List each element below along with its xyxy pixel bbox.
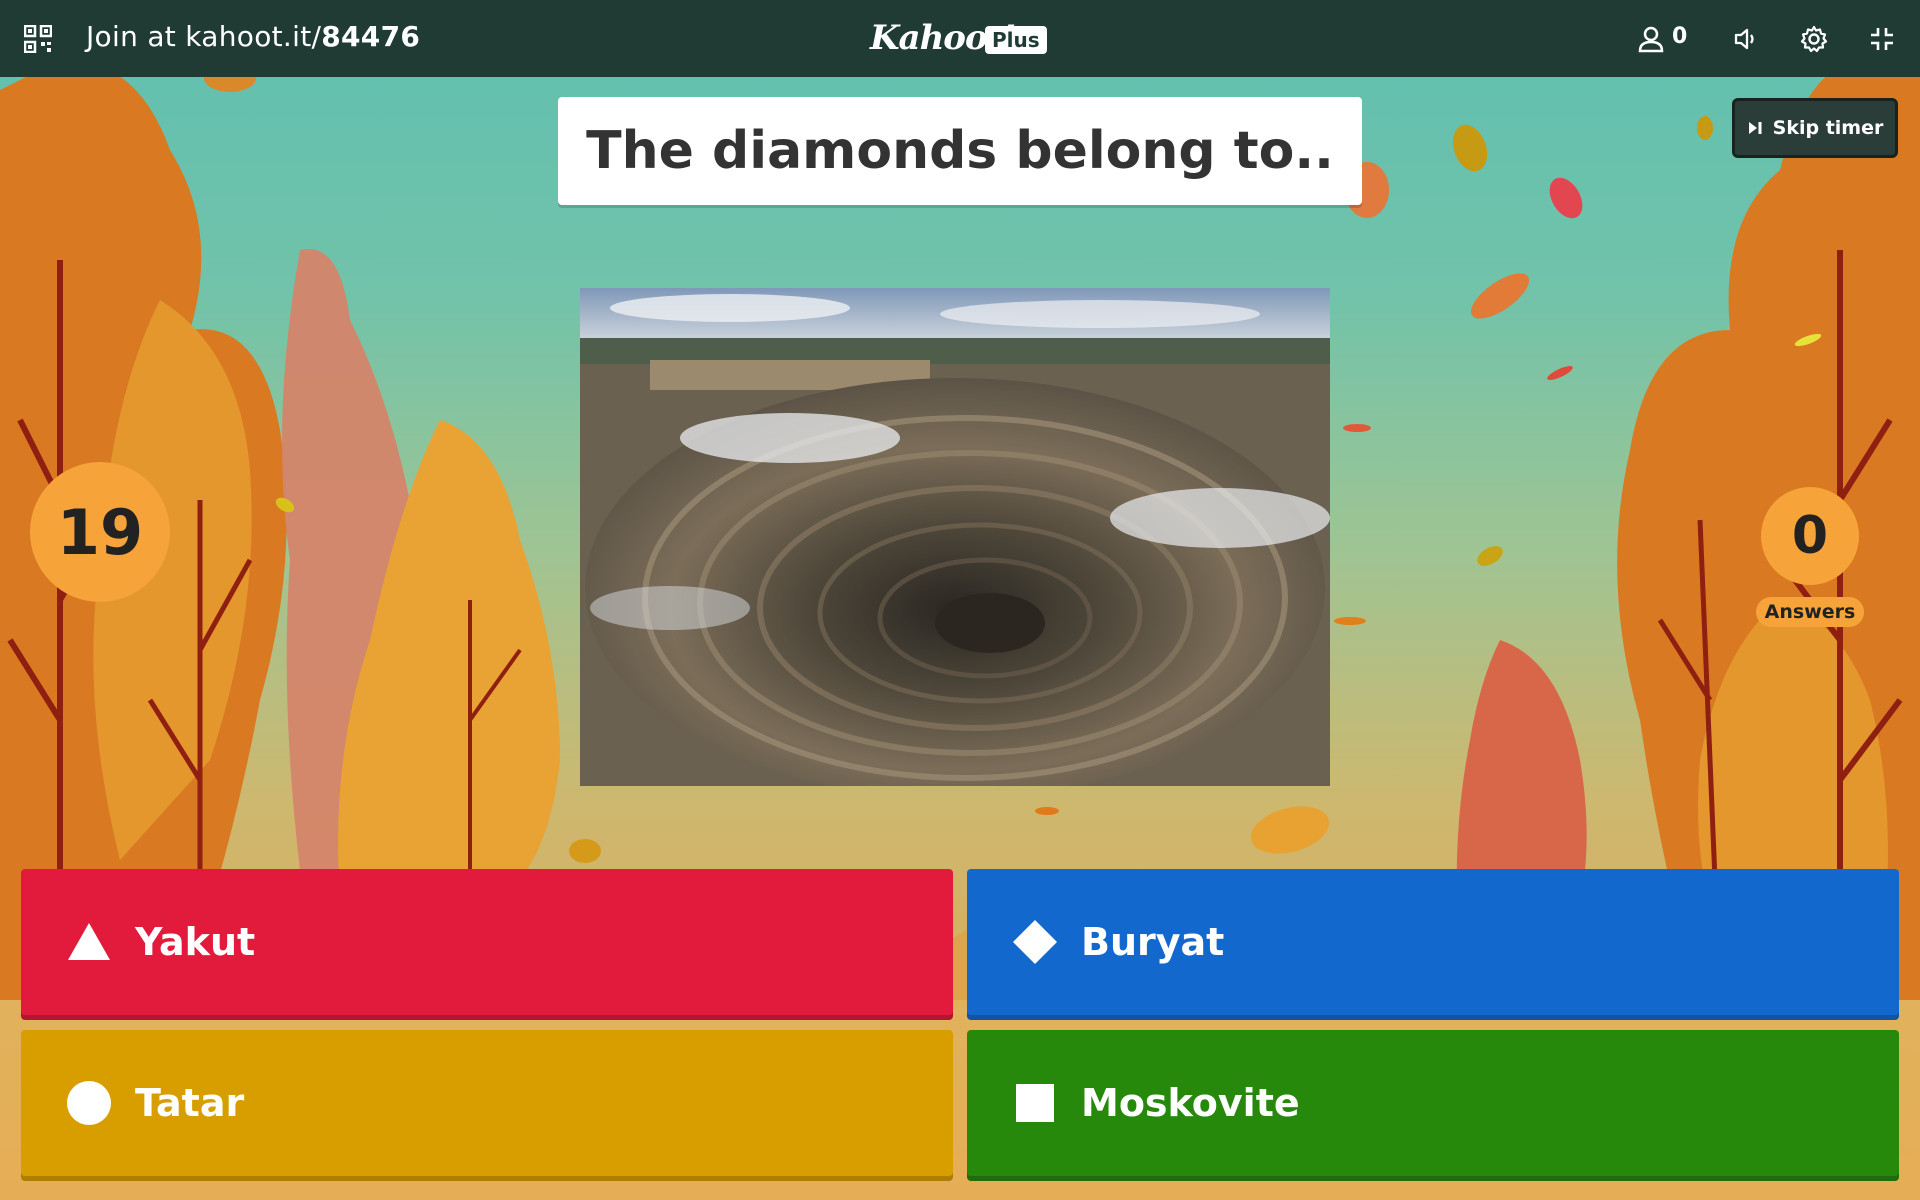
answer-option-tatar[interactable]: Tatar: [21, 1030, 953, 1176]
user-icon: [1638, 26, 1664, 53]
answer-label: Buryat: [1081, 920, 1225, 964]
circle-icon: [67, 1081, 111, 1125]
countdown-timer: 19: [30, 462, 170, 602]
skip-timer-button[interactable]: Skip timer: [1732, 98, 1898, 158]
question-image: [580, 288, 1330, 786]
answer-label: Tatar: [135, 1081, 245, 1125]
answer-option-yakut[interactable]: Yakut: [21, 869, 953, 1015]
exit-fullscreen-icon[interactable]: [1868, 25, 1896, 53]
join-url-text: Join at kahoot.it/: [86, 20, 322, 53]
answer-option-moskovite[interactable]: Moskovite: [967, 1030, 1899, 1176]
skip-icon: [1748, 122, 1762, 134]
answer-option-buryat[interactable]: Buryat: [967, 869, 1899, 1015]
gear-icon[interactable]: [1800, 25, 1828, 53]
volume-icon[interactable]: [1732, 25, 1760, 53]
diamond-icon: [1013, 920, 1057, 964]
top-bar: Join at kahoot.it/84476 Kahoot! Plus 0: [0, 0, 1920, 77]
skip-timer-label: Skip timer: [1772, 117, 1884, 139]
answers-label: Answers: [1756, 597, 1864, 627]
plan-badge: Plus: [985, 26, 1047, 54]
answer-count: 0: [1761, 487, 1859, 585]
triangle-icon: [68, 923, 110, 960]
answer-label: Moskovite: [1081, 1081, 1300, 1125]
square-icon: [1016, 1084, 1054, 1122]
answer-label: Yakut: [135, 920, 256, 964]
player-count: 0: [1672, 24, 1688, 49]
qr-code-icon[interactable]: [24, 25, 52, 53]
join-instructions: Join at kahoot.it/84476: [86, 20, 420, 53]
game-pin: 84476: [321, 20, 421, 53]
question-title: The diamonds belong to..: [558, 97, 1362, 205]
